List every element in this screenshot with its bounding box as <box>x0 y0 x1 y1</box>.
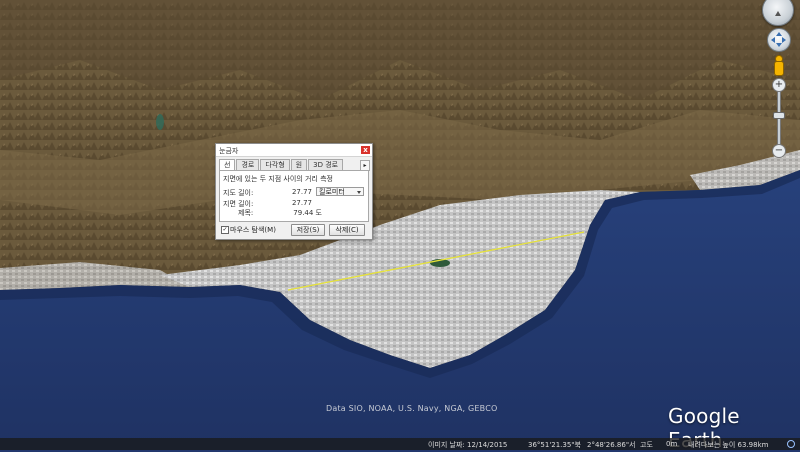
heading-value: 79.44 도 <box>293 209 322 217</box>
map-length-value: 27.77 <box>291 188 312 196</box>
save-button[interactable]: 저장(S) <box>291 224 325 236</box>
latitude: 36°51'21.35"북 <box>528 441 581 449</box>
tab-polygon[interactable]: 다각형 <box>260 159 290 170</box>
street-view-pegman-icon[interactable] <box>773 55 784 76</box>
zoom-handle[interactable] <box>773 112 785 119</box>
ruler-description: 지면에 있는 두 지점 사이의 거리 측정 <box>223 175 333 183</box>
tab-circle[interactable]: 원 <box>290 159 308 170</box>
imagery-attribution: Data SIO, NOAA, U.S. Navy, NGA, GEBCO <box>326 404 498 413</box>
map-length-label: 지도 길이: <box>223 189 254 197</box>
streaming-status-icon <box>787 440 795 448</box>
eye-altitude: 내려다보는 높이 63.98km <box>688 441 769 449</box>
clear-button[interactable]: 삭제(C) <box>329 224 365 236</box>
zoom-in-button[interactable]: + <box>772 78 786 92</box>
zoom-slider[interactable]: + − <box>772 78 786 158</box>
ground-length-value: 27.77 <box>291 199 312 207</box>
satellite-imagery <box>0 0 800 450</box>
mouse-navigation-checkbox[interactable]: ✓ <box>221 226 229 234</box>
status-bar: 이미지 날짜: 12/14/2015 36°51'21.35"북 2°48'26… <box>0 438 800 450</box>
longitude: 2°48'26.86"서 <box>587 441 636 449</box>
elevation-label: 고도 <box>640 441 653 449</box>
ruler-actions: ✓ 마우스 탐색(M) 저장(S) 삭제(C) <box>219 224 369 236</box>
close-button[interactable]: x <box>361 146 370 154</box>
ruler-title: 눈금자 <box>219 147 239 155</box>
mouse-navigation-label[interactable]: 마우스 탐색(M) <box>230 225 276 235</box>
elevation-value: 0m <box>666 440 678 448</box>
unit-select-value: 킬로미터 <box>319 188 345 196</box>
map-view[interactable] <box>0 0 800 450</box>
zoom-out-button[interactable]: − <box>772 144 786 158</box>
unit-select[interactable]: 킬로미터 <box>316 187 364 196</box>
imagery-date: 이미지 날짜: 12/14/2015 <box>428 441 508 449</box>
look-joystick-icon[interactable] <box>767 28 791 52</box>
ruler-titlebar[interactable]: 눈금자 x <box>216 144 372 157</box>
tab-path[interactable]: 경로 <box>236 159 260 170</box>
tab-3d-path[interactable]: 3D 경로 <box>308 159 344 170</box>
chevron-down-icon <box>357 191 361 194</box>
ruler-panel: 지면에 있는 두 지점 사이의 거리 측정 지도 길이: 27.77 킬로미터 … <box>219 170 369 222</box>
ruler-tabs: 선 경로 다각형 원 3D 경로 <box>219 159 344 171</box>
heading-label: 제목: <box>238 209 254 217</box>
ruler-dialog: 눈금자 x 선 경로 다각형 원 3D 경로 ▸ 지면에 있는 두 지점 사이의… <box>215 143 373 240</box>
